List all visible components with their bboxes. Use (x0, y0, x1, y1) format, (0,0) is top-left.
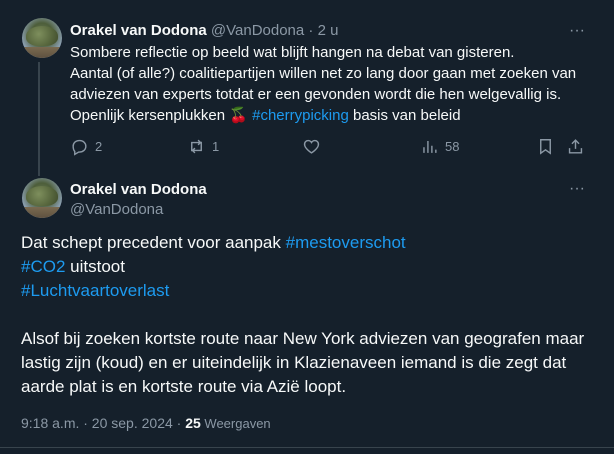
tweet-text-line: Dat schept precedent voor aanpak #mestov… (21, 231, 601, 255)
tweet-actions: 2 1 58 (70, 134, 590, 158)
more-options-icon[interactable]: ··· (565, 181, 589, 202)
repost-count: 1 (212, 138, 220, 154)
tweet-parent[interactable]: Orakel van Dodona @VanDodona · 2 u ··· S… (0, 0, 614, 176)
repost-button[interactable]: 1 (187, 134, 219, 158)
avatar-ground (22, 207, 62, 218)
separator: · (308, 22, 314, 39)
reply-icon (72, 139, 87, 156)
avatar-tree-image (26, 186, 58, 206)
repost-icon (191, 139, 202, 153)
avatar-ground (22, 47, 62, 58)
divider (0, 447, 614, 448)
analytics-icon (423, 140, 437, 153)
tweet-text-segment: basis van beleid (348, 107, 461, 124)
author-name[interactable]: Orakel van Dodona (70, 181, 207, 198)
author-handle[interactable]: @VanDodona (211, 22, 304, 39)
reply-count: 2 (95, 138, 103, 154)
tweet-header: Orakel van Dodona @VanDodona (70, 180, 207, 220)
timestamp[interactable]: 9:18 a.m. · 20 sep. 2024 · (21, 415, 185, 431)
tweet-text-segment: Dat schept precedent voor aanpak (21, 233, 286, 252)
avatar[interactable] (22, 178, 62, 218)
tweet-text: Sombere reflectie op beeld wat blijft ha… (70, 42, 600, 126)
tweet-text-line: Sombere reflectie op beeld wat blijft ha… (70, 44, 515, 61)
views-label: Weergaven (200, 416, 271, 431)
bookmark-button[interactable] (536, 134, 555, 158)
hashtag-link[interactable]: #mestoverschot (286, 233, 406, 252)
tweet-paragraph: Alsof bij zoeken kortste route naar New … (21, 329, 585, 396)
hashtag-link[interactable]: #Luchtvaartoverlast (21, 281, 169, 300)
avatar-tree-image (26, 26, 58, 46)
author-name[interactable]: Orakel van Dodona (70, 22, 207, 39)
tweet-time[interactable]: 2 u (318, 22, 339, 39)
tweet-text-line: Openlijk kersenplukken 🍒 #cherrypicking … (70, 105, 600, 126)
views-count: 25 (185, 415, 201, 431)
share-button[interactable] (566, 134, 585, 158)
tweet-text-segment: uitstoot (65, 257, 125, 276)
views-button[interactable]: 58 (420, 134, 459, 158)
tweet-focused: Orakel van Dodona @VanDodona ··· Dat sch… (0, 168, 614, 454)
tweet-text-line: #Luchtvaartoverlast (21, 279, 601, 303)
heart-icon (303, 139, 320, 154)
view-count: 58 (445, 138, 460, 154)
avatar[interactable] (22, 18, 62, 58)
hashtag-link[interactable]: #CO2 (21, 257, 65, 276)
reply-button[interactable]: 2 (70, 134, 102, 158)
tweet-text-line: #CO2 uitstoot (21, 255, 601, 279)
tweet-text-segment: Openlijk kersenplukken 🍒 (70, 107, 253, 124)
tweet-meta: 9:18 a.m. · 20 sep. 2024 · 25 Weergaven (21, 415, 271, 431)
tweet-text: Dat schept precedent voor aanpak #mestov… (21, 231, 601, 399)
author-handle[interactable]: @VanDodona (70, 200, 207, 220)
more-options-icon[interactable]: ··· (565, 23, 589, 44)
like-button[interactable] (302, 134, 327, 158)
tweet-header: Orakel van Dodona @VanDodona · 2 u (70, 22, 338, 39)
share-icon (568, 138, 583, 154)
thread-connector-line (38, 62, 40, 176)
hashtag-link[interactable]: #cherrypicking (252, 107, 349, 124)
tweet-text-line: Aantal (of alle?) coalitiepartijen wille… (70, 65, 577, 103)
bookmark-icon (540, 138, 551, 155)
